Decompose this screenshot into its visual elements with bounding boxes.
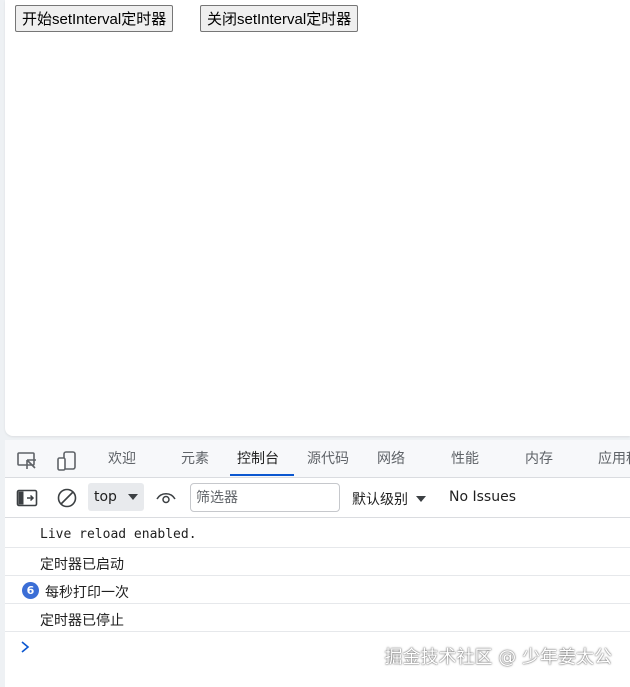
console-prompt-icon[interactable] xyxy=(19,640,31,654)
message-text: 定时器已启动 xyxy=(40,557,124,573)
log-levels-label: 默认级别 xyxy=(352,492,408,508)
repeat-count-badge: 6 xyxy=(22,582,39,599)
tab-elements[interactable]: 元素 xyxy=(181,440,209,477)
clear-console-icon[interactable] xyxy=(56,487,78,509)
start-interval-button[interactable]: 开始setInterval定时器 xyxy=(15,5,174,32)
console-log: Live reload enabled. 定时器已启动 6 每秒打印一次 定时器… xyxy=(5,520,630,632)
context-selector[interactable]: top xyxy=(88,483,144,511)
stop-interval-button[interactable]: 关闭setInterval定时器 xyxy=(200,5,359,32)
filter-input[interactable] xyxy=(190,483,340,512)
sidebar-toggle-icon[interactable] xyxy=(16,488,38,508)
tab-application[interactable]: 应用程序 xyxy=(598,440,630,477)
eye-icon[interactable] xyxy=(155,490,177,506)
tab-console[interactable]: 控制台 xyxy=(237,440,279,477)
page-viewport: 开始setInterval定时器 关闭setInterval定时器 xyxy=(5,0,630,436)
message-text: Live reload enabled. xyxy=(40,527,197,542)
tab-sources[interactable]: 源代码 xyxy=(307,440,349,477)
chevron-down-icon xyxy=(128,494,138,500)
device-toolbar-icon[interactable] xyxy=(56,450,78,472)
inspect-element-icon[interactable] xyxy=(16,450,38,472)
console-message: 6 每秒打印一次 xyxy=(5,576,630,604)
tab-network[interactable]: 网络 xyxy=(377,440,405,477)
console-message: 定时器已停止 xyxy=(5,604,630,632)
console-toolbar: top 默认级别 No Issues xyxy=(5,478,630,518)
issues-counter[interactable]: No Issues xyxy=(449,489,516,505)
console-message: Live reload enabled. xyxy=(5,520,630,548)
devtools-tabbar: 欢迎 元素 控制台 源代码 网络 性能 内存 应用程序 xyxy=(5,440,630,478)
log-levels-dropdown[interactable]: 默认级别 xyxy=(352,489,427,509)
watermark: 掘金技术社区 @ 少年姜太公 xyxy=(384,647,612,668)
active-tab-indicator xyxy=(230,474,294,476)
message-text: 每秒打印一次 xyxy=(45,585,129,601)
devtools-panel: 欢迎 元素 控制台 源代码 网络 性能 内存 应用程序 top 默认级别 xyxy=(5,440,630,687)
tab-performance[interactable]: 性能 xyxy=(451,440,479,477)
message-text: 定时器已停止 xyxy=(40,613,124,629)
caret-down-icon xyxy=(416,496,427,502)
tab-welcome[interactable]: 欢迎 xyxy=(108,440,136,477)
console-message: 定时器已启动 xyxy=(5,548,630,576)
tab-memory[interactable]: 内存 xyxy=(525,440,553,477)
context-label: top xyxy=(94,489,117,505)
